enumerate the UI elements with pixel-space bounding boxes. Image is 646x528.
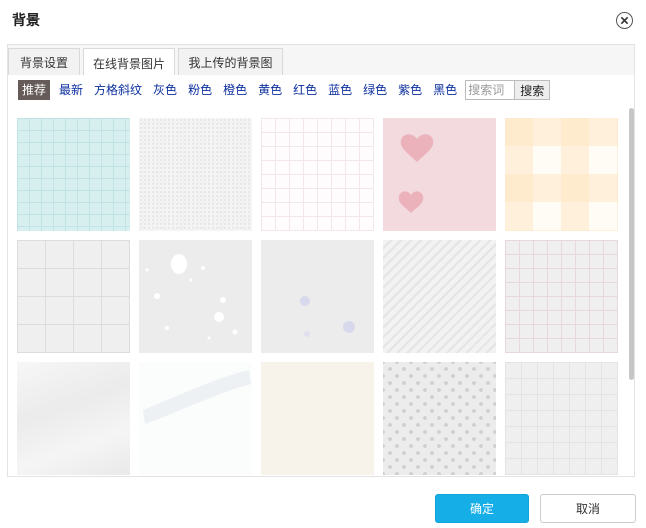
filter-newest[interactable]: 最新 <box>59 80 83 100</box>
filter-purple[interactable]: 紫色 <box>398 80 422 100</box>
background-thumb-gray-splatter[interactable] <box>139 240 252 353</box>
background-thumb-peach-plaid[interactable] <box>505 118 618 231</box>
filter-gray[interactable]: 灰色 <box>153 80 177 100</box>
close-icon <box>620 16 629 25</box>
filter-blue[interactable]: 蓝色 <box>328 80 352 100</box>
filter-bar: 推荐 最新 方格斜纹 灰色 粉色 橙色 黄色 红色 蓝色 绿色 紫色 黑色 搜索 <box>18 80 551 100</box>
background-thumb-gray-polka-dots[interactable] <box>383 362 496 475</box>
background-thumb-faint-pink-grid[interactable] <box>261 118 374 231</box>
filter-yellow[interactable]: 黄色 <box>258 80 282 100</box>
filter-black[interactable]: 黑色 <box>433 80 457 100</box>
filter-red[interactable]: 红色 <box>293 80 317 100</box>
watercolor-stroke-icon <box>143 370 251 424</box>
background-thumb-white-crumpled-paper[interactable] <box>17 362 130 475</box>
tab-my-uploads[interactable]: 我上传的背景图 <box>178 48 283 76</box>
background-thumb-cream-paper[interactable] <box>261 362 374 475</box>
background-thumb-gray-pink-grid[interactable] <box>505 240 618 353</box>
background-thumb-light-gray-grid[interactable] <box>505 362 618 475</box>
scrollbar-thumb[interactable] <box>629 108 634 380</box>
filter-grid-stripes[interactable]: 方格斜纹 <box>94 80 142 100</box>
background-thumb-gray-diagonal-stripes[interactable] <box>383 240 496 353</box>
search-input[interactable] <box>465 80 516 100</box>
background-thumb-white-paper-texture[interactable] <box>139 118 252 231</box>
tab-online-backgrounds[interactable]: 在线背景图片 <box>83 48 175 77</box>
online-backgrounds-panel: 推荐 最新 方格斜纹 灰色 粉色 橙色 黄色 红色 蓝色 绿色 紫色 黑色 搜索 <box>7 75 635 477</box>
search-button[interactable]: 搜索 <box>515 80 551 100</box>
cancel-button[interactable]: 取消 <box>540 494 636 523</box>
background-thumb-gray-dotted-grid[interactable] <box>17 240 130 353</box>
background-thumb-white-watercolor-stroke[interactable] <box>139 362 252 475</box>
background-thumb-light-cyan-grid[interactable] <box>17 118 130 231</box>
filter-orange[interactable]: 橙色 <box>223 80 247 100</box>
close-button[interactable] <box>616 12 633 29</box>
filter-green[interactable]: 绿色 <box>363 80 387 100</box>
dialog-title: 背景 <box>12 13 40 29</box>
background-thumb-gray-bubbles[interactable] <box>261 240 374 353</box>
bubbles-pattern-icon <box>300 296 355 337</box>
scrollbar[interactable] <box>628 108 634 476</box>
heart-pattern-icon <box>398 134 434 213</box>
filter-pink[interactable]: 粉色 <box>188 80 212 100</box>
filter-recommended[interactable]: 推荐 <box>18 80 51 100</box>
background-thumb-pink-hearts[interactable] <box>383 118 496 231</box>
tab-background-settings[interactable]: 背景设置 <box>8 48 80 76</box>
splatter-pattern-icon <box>145 254 238 340</box>
tab-bar: 背景设置 在线背景图片 我上传的背景图 <box>7 44 635 77</box>
ok-button[interactable]: 确定 <box>435 494 529 523</box>
